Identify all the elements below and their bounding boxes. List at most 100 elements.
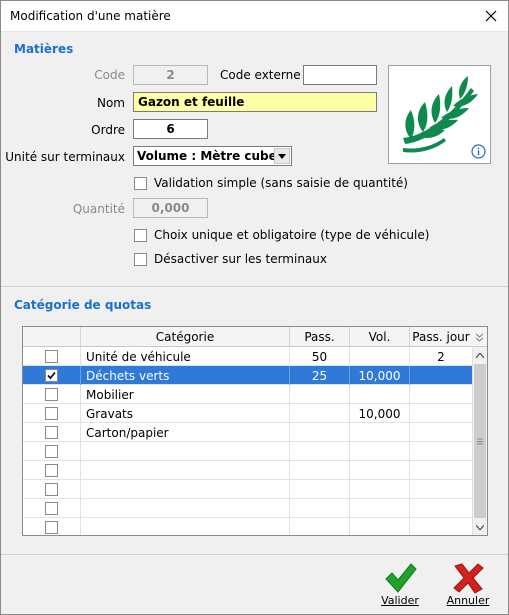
table-row[interactable]	[23, 461, 473, 480]
code-externe-field[interactable]	[303, 65, 377, 85]
cell-pass[interactable]	[290, 442, 350, 461]
cell-pass-jour[interactable]	[410, 499, 473, 518]
cell-pass-jour[interactable]	[410, 442, 473, 461]
cell-vol[interactable]	[350, 461, 410, 480]
cell-categorie[interactable]: Carton/papier	[81, 423, 290, 442]
cell-categorie[interactable]	[81, 499, 290, 518]
cell-categorie[interactable]	[81, 518, 290, 535]
cell-pass[interactable]	[290, 404, 350, 423]
row-checkbox[interactable]	[45, 369, 58, 382]
nom-field[interactable]: Gazon et feuille	[133, 92, 377, 112]
desactiver-checkbox[interactable]	[134, 252, 147, 266]
validation-checkbox-row[interactable]: Validation simple (sans saisie de quanti…	[134, 176, 408, 190]
vertical-scrollbar[interactable]	[472, 347, 487, 535]
row-checkbox-cell[interactable]	[23, 366, 81, 385]
header-categorie[interactable]: Catégorie	[81, 327, 290, 347]
cell-pass[interactable]: 25	[290, 366, 350, 385]
row-checkbox-cell[interactable]	[23, 347, 81, 366]
quotas-grid[interactable]: Catégorie Pass. Vol. Pass. jour Unité de…	[22, 326, 488, 536]
cell-vol[interactable]	[350, 442, 410, 461]
unite-select[interactable]: Volume : Mètre cube	[133, 146, 292, 166]
table-row[interactable]: Mobilier	[23, 385, 473, 404]
annuler-button[interactable]: Annuler	[446, 562, 490, 607]
column-chooser-button[interactable]	[472, 327, 487, 347]
row-checkbox[interactable]	[45, 407, 58, 420]
cell-categorie[interactable]: Mobilier	[81, 385, 290, 404]
cell-pass-jour[interactable]	[410, 423, 473, 442]
table-row[interactable]: Déchets verts 25 10,000	[23, 366, 473, 385]
matiere-logo[interactable]	[388, 65, 491, 164]
cell-vol[interactable]	[350, 518, 410, 535]
row-checkbox-cell[interactable]	[23, 461, 81, 480]
table-row[interactable]: Carton/papier	[23, 423, 473, 442]
table-row[interactable]	[23, 518, 473, 535]
cell-categorie[interactable]	[81, 461, 290, 480]
quantite-field: 0,000	[133, 198, 208, 218]
cell-pass[interactable]	[290, 518, 350, 535]
row-checkbox-cell[interactable]	[23, 499, 81, 518]
row-checkbox[interactable]	[45, 502, 58, 515]
row-checkbox[interactable]	[45, 426, 58, 439]
choix-checkbox[interactable]	[134, 228, 147, 242]
header-vol[interactable]: Vol.	[350, 327, 410, 347]
cell-vol[interactable]	[350, 347, 410, 366]
close-button[interactable]	[474, 1, 508, 31]
cell-pass[interactable]	[290, 385, 350, 404]
validation-checkbox[interactable]	[134, 176, 147, 190]
cell-pass[interactable]: 50	[290, 347, 350, 366]
cell-pass-jour[interactable]	[410, 518, 473, 535]
desactiver-checkbox-row[interactable]: Désactiver sur les terminaux	[134, 252, 327, 266]
table-row[interactable]: Unité de véhicule 50 2	[23, 347, 473, 366]
row-checkbox-cell[interactable]	[23, 423, 81, 442]
row-checkbox[interactable]	[45, 350, 58, 363]
row-checkbox[interactable]	[45, 521, 58, 534]
cell-pass[interactable]	[290, 423, 350, 442]
table-row[interactable]: Gravats 10,000	[23, 404, 473, 423]
header-pass[interactable]: Pass.	[290, 327, 350, 347]
cell-vol[interactable]: 10,000	[350, 366, 410, 385]
row-checkbox[interactable]	[45, 483, 58, 496]
table-row[interactable]	[23, 499, 473, 518]
footer-divider	[1, 554, 508, 555]
table-row[interactable]	[23, 480, 473, 499]
cell-vol[interactable]	[350, 480, 410, 499]
cell-categorie[interactable]	[81, 442, 290, 461]
row-checkbox-cell[interactable]	[23, 518, 81, 535]
cell-vol[interactable]	[350, 423, 410, 442]
cell-pass-jour[interactable]	[410, 461, 473, 480]
table-row[interactable]	[23, 442, 473, 461]
ordre-field[interactable]: 6	[133, 119, 208, 139]
cell-pass-jour[interactable]	[410, 404, 473, 423]
header-pass-jour[interactable]: Pass. jour	[410, 327, 472, 347]
cell-pass[interactable]	[290, 480, 350, 499]
scroll-down-button[interactable]	[473, 519, 487, 535]
cross-icon	[453, 563, 484, 594]
cell-pass[interactable]	[290, 499, 350, 518]
valider-button[interactable]: Valider	[381, 562, 419, 607]
cell-pass-jour[interactable]	[410, 480, 473, 499]
cell-pass-jour[interactable]: 2	[410, 347, 473, 366]
dropdown-button[interactable]	[274, 148, 290, 164]
cell-pass-jour[interactable]	[410, 385, 473, 404]
choix-checkbox-row[interactable]: Choix unique et obligatoire (type de véh…	[134, 228, 429, 242]
cell-categorie[interactable]: Unité de véhicule	[81, 347, 290, 366]
cell-pass[interactable]	[290, 461, 350, 480]
cell-pass-jour[interactable]	[410, 366, 473, 385]
row-checkbox[interactable]	[45, 445, 58, 458]
valider-label: Valider	[381, 594, 419, 607]
row-checkbox-cell[interactable]	[23, 404, 81, 423]
cell-vol[interactable]	[350, 499, 410, 518]
row-checkbox[interactable]	[45, 388, 58, 401]
scroll-up-button[interactable]	[473, 347, 487, 363]
cell-categorie[interactable]: Déchets verts	[81, 366, 290, 385]
row-checkbox-cell[interactable]	[23, 480, 81, 499]
cell-vol[interactable]: 10,000	[350, 404, 410, 423]
cell-vol[interactable]	[350, 385, 410, 404]
row-checkbox-cell[interactable]	[23, 442, 81, 461]
cell-categorie[interactable]: Gravats	[81, 404, 290, 423]
info-icon[interactable]	[471, 144, 486, 159]
scroll-thumb[interactable]	[474, 364, 486, 518]
cell-categorie[interactable]	[81, 480, 290, 499]
row-checkbox[interactable]	[45, 464, 58, 477]
row-checkbox-cell[interactable]	[23, 385, 81, 404]
